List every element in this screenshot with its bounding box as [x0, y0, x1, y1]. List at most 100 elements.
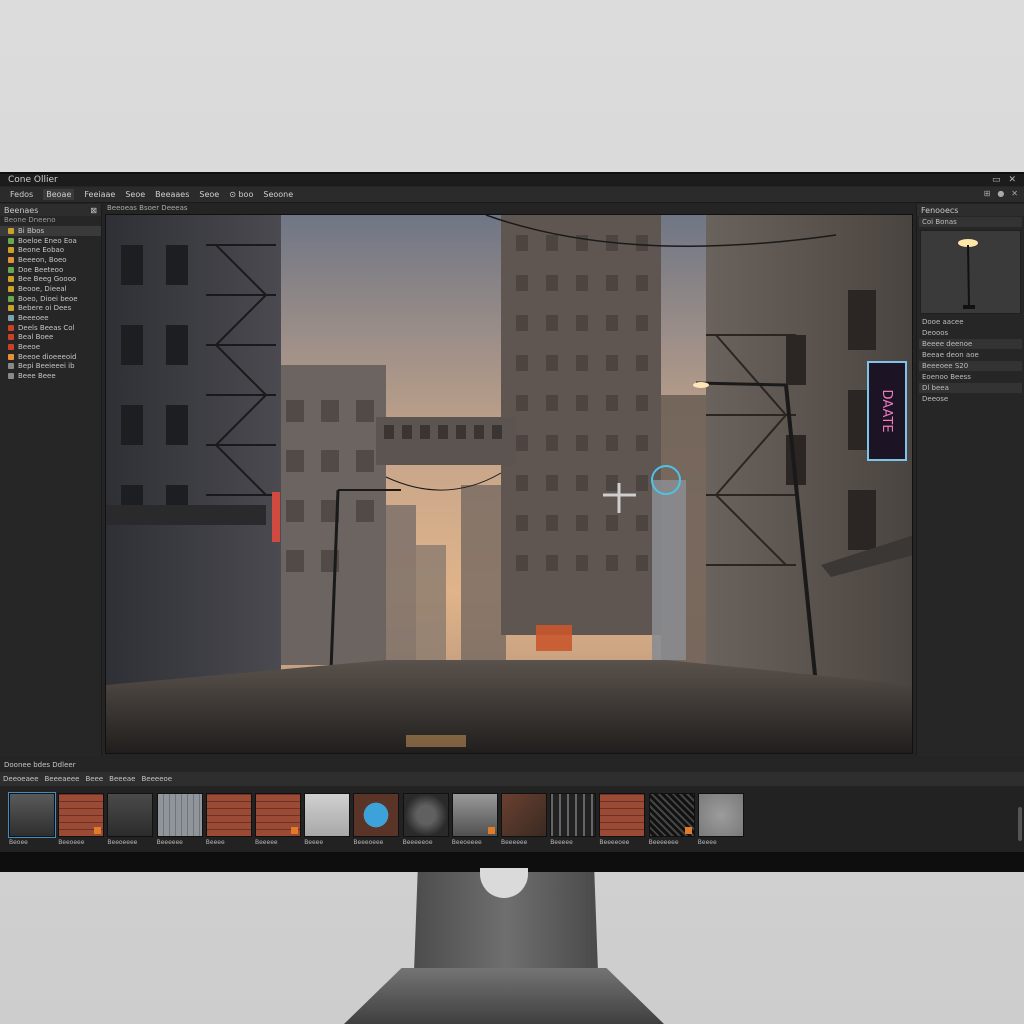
object-type-icon [8, 315, 14, 322]
asset-item[interactable]: Beeee [697, 793, 744, 846]
asset-thumbnail [205, 793, 252, 837]
outliner-header: Beenaes ⊠ [0, 204, 101, 216]
asset-scrollbar[interactable] [1018, 807, 1022, 841]
menu-item[interactable]: ⊙ boo [229, 190, 253, 199]
property-list: Deooos Beeee deenoe Beeae deon aoe Beeeoee … [917, 328, 1024, 404]
outliner-item[interactable]: Beeeoee [0, 313, 101, 323]
asset-item[interactable]: Beeoeee [58, 793, 105, 846]
asset-thumbnail [599, 793, 646, 837]
object-type-icon [8, 285, 14, 292]
outliner-item[interactable]: Beeeon, Boeo [0, 255, 101, 265]
outliner-item-label: Bebere oi Dees [18, 304, 72, 313]
asset-label: Beeee [304, 839, 324, 846]
close-icon[interactable]: ✕ [1011, 189, 1018, 198]
outliner-panel: Beenaes ⊠ Beone Dneeno Bi Bbos Boeloe Ene… [0, 204, 102, 756]
asset-item[interactable]: Beeeeeoe [402, 793, 449, 846]
object-type-icon [8, 344, 14, 351]
asset-item[interactable]: Beeee [205, 793, 252, 846]
scene-viewport[interactable]: DAATE [105, 214, 913, 754]
asset-label: Beeeeeee [648, 839, 679, 846]
outliner-item[interactable]: Beone Eobao [0, 245, 101, 255]
asset-item[interactable]: Beeeeee [501, 793, 547, 846]
menu-item[interactable]: Beeaaes [155, 190, 189, 199]
outliner-item-label: Beeeoee [18, 314, 49, 323]
property-row[interactable]: Beeee deenoe [919, 339, 1022, 349]
object-type-icon [8, 353, 14, 360]
outliner-item[interactable]: Boeo, Dioei beoe [0, 294, 101, 304]
menu-item[interactable]: Seoe [199, 190, 219, 199]
asset-item[interactable]: Beeeee [255, 793, 301, 846]
asset-label: Beeoeeee [451, 839, 482, 846]
property-row[interactable]: Deooos [919, 328, 1022, 338]
outliner-item-label: Beooe, Dieeal [18, 284, 67, 293]
outliner-item-label: Deels Beeas Col [18, 323, 75, 332]
asset-item[interactable]: Beeeee [550, 793, 597, 846]
tab-item[interactable]: Beee [85, 775, 103, 783]
outliner-item[interactable]: Bepi Beeieeei ib [0, 362, 101, 372]
property-row[interactable]: Eoenoo Beess [919, 372, 1022, 382]
asset-item[interactable]: Beeeoeee [353, 793, 400, 846]
tab-item[interactable]: Beeeaeee [45, 775, 80, 783]
outliner-item[interactable]: Boeloe Eneo Eoa [0, 236, 101, 246]
menu-item[interactable]: Seoe [125, 190, 145, 199]
property-row[interactable]: Deeose [919, 394, 1022, 404]
viewport-header: Beeoeas Bsoer Deeeas [107, 204, 188, 212]
object-type-icon [8, 324, 14, 331]
outliner-item-label: Bepi Beeieeei ib [18, 362, 75, 371]
outliner-item[interactable]: Beal Boee [0, 333, 101, 343]
title-bar: Cone Ollier ▭ ✕ [0, 174, 1024, 186]
outliner-item[interactable]: Beooe, Dieeal [0, 284, 101, 294]
outliner-item-label: Beone Eobao [18, 246, 65, 255]
asset-thumbnail [402, 793, 449, 837]
asset-item[interactable]: Beeoeeee [107, 793, 154, 846]
outliner-item[interactable]: Doe Beeteoo [0, 265, 101, 275]
property-row[interactable]: Dl beea [919, 383, 1022, 393]
content-browser-tabs: Deeoeaee Beeeaeee Beee Beeeae Beeeeoe [0, 772, 1024, 786]
asset-type-icon [684, 827, 692, 834]
object-label: Coi Bonas [922, 218, 957, 226]
object-type-icon [8, 276, 14, 283]
maximize-icon[interactable]: ▭ [992, 174, 1001, 186]
asset-thumbnail [58, 793, 105, 837]
properties-panel: Fenooecs Coi Bonas Dooe aacee Deooos Beee… [916, 204, 1024, 756]
streetlamp-preview-icon [958, 239, 978, 309]
asset-label: Beeeeoee [599, 839, 630, 846]
object-type-icon [8, 305, 14, 312]
outliner-item[interactable]: Bi Bbos [0, 226, 101, 236]
outliner-item[interactable]: Beee Beee [0, 371, 101, 381]
menu-item[interactable]: Beoae [43, 189, 75, 200]
layout-icon[interactable]: ⊞ [984, 189, 991, 198]
outliner-item[interactable]: Bee Beeg Goooo [0, 274, 101, 284]
menu-item[interactable]: Feeiaae [84, 190, 115, 199]
menu-item[interactable]: Fedos [10, 190, 33, 199]
outliner-item[interactable]: Deels Beeas Col [0, 323, 101, 333]
close-icon[interactable]: ✕ [1008, 174, 1016, 186]
tab-item[interactable]: Beeeeoe [142, 775, 173, 783]
tab-item[interactable]: Deeoeaee [3, 775, 39, 783]
tab-item[interactable]: Beeeae [109, 775, 135, 783]
content-browser-title: Doonee bdes Ddleer [4, 761, 76, 769]
outliner-item[interactable]: Beeoe dioeeeoid [0, 352, 101, 362]
outliner-subtitle: Beone Dneeno [4, 216, 56, 224]
asset-item[interactable]: Beoee [8, 792, 56, 846]
outliner-item[interactable]: Beeoe [0, 342, 101, 352]
menu-item[interactable]: Seoone [263, 190, 293, 199]
asset-item[interactable]: Beeoeeee [451, 793, 498, 846]
asset-strip: Beoee Beeoeee Beeoeeee Beeeeee Beeee Beeeee Be… [0, 787, 1024, 852]
record-icon[interactable]: ● [997, 189, 1004, 198]
outliner-item[interactable]: Bebere oi Dees [0, 304, 101, 314]
asset-item[interactable]: Beeeeoee [599, 793, 646, 846]
object-preview [920, 230, 1021, 314]
content-browser-header: Doonee bdes Ddleer [0, 759, 1024, 771]
outliner-item-label: Beal Boee [18, 333, 54, 342]
object-type-icon [8, 266, 14, 273]
outliner-title: Beenaes [4, 205, 39, 215]
asset-item[interactable]: Beeee [304, 793, 351, 846]
property-row[interactable]: Beeeoee S20 [919, 361, 1022, 371]
property-row[interactable]: Beeae deon aoe [919, 350, 1022, 360]
asset-item[interactable]: Beeeeee [156, 793, 203, 846]
collapse-icon[interactable]: ⊠ [90, 206, 97, 215]
object-name-field[interactable]: Coi Bonas [919, 217, 1022, 227]
asset-thumbnail [501, 793, 547, 837]
asset-item[interactable]: Beeeeeee [648, 793, 695, 846]
